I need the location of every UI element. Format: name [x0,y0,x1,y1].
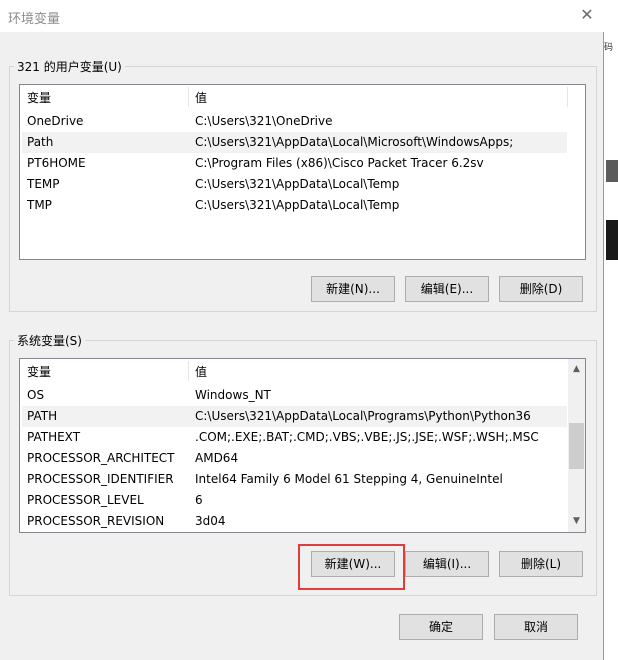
background-window-text: 码 [604,43,614,53]
variable-value: .COM;.EXE;.BAT;.CMD;.VBS;.VBE;.JS;.JSE;.… [195,430,539,444]
variable-name: PT6HOME [27,156,86,170]
system-edit-button[interactable]: 编辑(I)... [405,551,489,577]
column-header-variable[interactable]: 变量 [27,89,51,106]
variable-value: C:\Users\321\AppData\Local\Temp [195,177,400,191]
user-variables-label: 321 的用户变量(U) [14,58,125,75]
list-header: 变量 值 [20,359,585,383]
close-icon[interactable]: ✕ [574,4,600,26]
variable-name: PROCESSOR_REVISION [27,514,165,528]
list-header: 变量 值 [20,85,585,109]
background-window: 码 [604,0,618,660]
user-variables-list[interactable]: 变量 值 OneDrive C:\Users\321\OneDrive Path… [19,84,586,260]
list-item[interactable]: PT6HOME C:\Program Files (x86)\Cisco Pac… [22,153,567,174]
variable-name: TEMP [27,177,60,191]
list-item[interactable]: TMP C:\Users\321\AppData\Local\Temp [22,195,567,216]
variable-value: C:\Program Files (x86)\Cisco Packet Trac… [195,156,484,170]
environment-variables-dialog: 环境变量 ✕ 321 的用户变量(U) 变量 值 OneDrive C:\Use… [0,0,604,660]
list-item[interactable]: PROCESSOR_ARCHITECT AMD64 [22,448,567,469]
user-new-button[interactable]: 新建(N)... [311,276,395,302]
list-item[interactable]: TEMP C:\Users\321\AppData\Local\Temp [22,174,567,195]
variable-value: C:\Users\321\AppData\Local\Programs\Pyth… [195,409,531,423]
variable-name: PROCESSOR_ARCHITECT [27,451,175,465]
variable-value: 3d04 [195,514,226,528]
scroll-down-icon[interactable]: ▼ [568,513,585,530]
variable-value: Intel64 Family 6 Model 61 Stepping 4, Ge… [195,472,503,486]
variable-value: Windows_NT [195,388,271,402]
column-divider[interactable] [188,361,189,381]
variable-value: AMD64 [195,451,239,465]
list-item[interactable]: Path C:\Users\321\AppData\Local\Microsof… [22,132,567,153]
background-window-block [606,220,618,260]
variable-name: Path [27,135,54,149]
user-delete-button[interactable]: 删除(D) [499,276,583,302]
background-window-block [606,160,618,182]
scroll-up-icon[interactable]: ▲ [568,361,585,378]
window-title: 环境变量 [8,12,61,27]
list-item[interactable]: PATH C:\Users\321\AppData\Local\Programs… [22,406,567,427]
column-header-value[interactable]: 值 [195,89,207,106]
variable-name: OS [27,388,45,402]
variable-name: PROCESSOR_LEVEL [27,493,144,507]
column-header-value[interactable]: 值 [195,363,207,380]
variable-name: PATH [27,409,58,423]
variable-name: PATHEXT [27,430,81,444]
cancel-button[interactable]: 取消 [494,614,578,640]
variable-name: PROCESSOR_IDENTIFIER [27,472,174,486]
system-delete-button[interactable]: 删除(L) [499,551,583,577]
variable-value: C:\Users\321\AppData\Local\Temp [195,198,400,212]
variable-value: C:\Users\321\AppData\Local\Microsoft\Win… [195,135,514,149]
user-edit-button[interactable]: 编辑(E)... [405,276,489,302]
highlight-box [298,544,405,590]
list-item[interactable]: OS Windows_NT [22,385,567,406]
list-item[interactable]: PATHEXT .COM;.EXE;.BAT;.CMD;.VBS;.VBE;.J… [22,427,567,448]
ok-button[interactable]: 确定 [399,614,483,640]
list-item[interactable]: OneDrive C:\Users\321\OneDrive [22,111,567,132]
vertical-scrollbar[interactable]: ▲ ▼ [568,359,585,532]
variable-value: C:\Users\321\OneDrive [195,114,333,128]
system-variables-label: 系统变量(S) [14,332,85,349]
variable-value: 6 [195,493,203,507]
column-divider[interactable] [188,87,189,107]
title-bar: 环境变量 ✕ [0,0,604,32]
variable-name: TMP [27,198,52,212]
system-variables-list[interactable]: 变量 值 OS Windows_NT PATH C:\Users\321\App… [19,358,586,533]
list-item[interactable]: PROCESSOR_REVISION 3d04 [22,511,567,532]
list-item[interactable]: PROCESSOR_LEVEL 6 [22,490,567,511]
variable-name: OneDrive [27,114,84,128]
list-item[interactable]: PROCESSOR_IDENTIFIER Intel64 Family 6 Mo… [22,469,567,490]
scrollbar-thumb[interactable] [569,423,584,469]
column-header-variable[interactable]: 变量 [27,363,51,380]
column-divider[interactable] [567,87,568,107]
